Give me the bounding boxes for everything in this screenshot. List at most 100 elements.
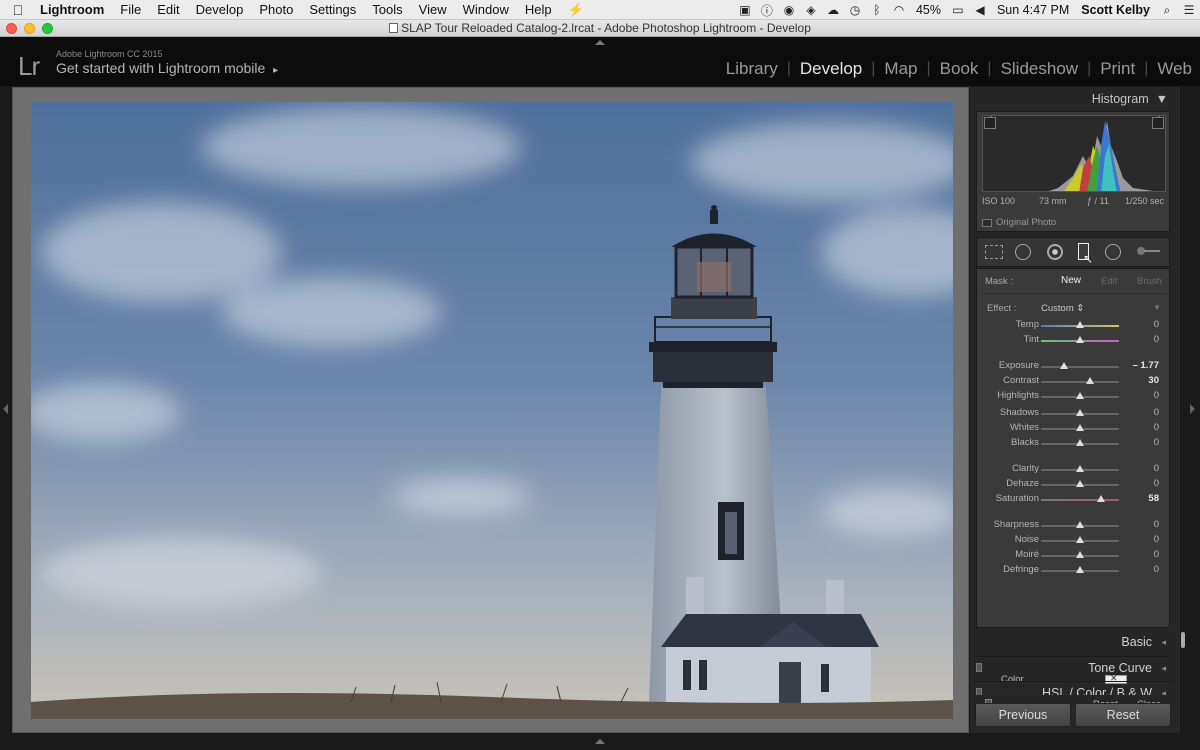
- slider-value[interactable]: 0: [1154, 390, 1159, 401]
- evernote-icon[interactable]: ◉: [778, 3, 800, 17]
- module-web[interactable]: Web: [1157, 59, 1192, 79]
- slider-thumb[interactable]: [1086, 377, 1095, 384]
- slider-thumb[interactable]: [1076, 336, 1084, 343]
- original-photo-toggle[interactable]: Original Photo: [982, 217, 1056, 228]
- dropbox-icon[interactable]: ◈: [800, 3, 822, 17]
- spotlight-search-icon[interactable]: ⌕: [1156, 3, 1178, 18]
- panel-basic[interactable]: Basic ◂: [974, 631, 1170, 653]
- slider-value[interactable]: 30: [1148, 375, 1159, 386]
- slider-value[interactable]: 0: [1154, 319, 1159, 330]
- slider-value[interactable]: – 1.77: [1133, 360, 1159, 371]
- reset-button[interactable]: Reset: [1075, 703, 1171, 727]
- original-photo-checkbox[interactable]: [982, 218, 992, 227]
- script-menu-icon[interactable]: ⚡: [560, 0, 592, 20]
- slider-value[interactable]: 0: [1154, 437, 1159, 448]
- effect-collapse-icon[interactable]: ▼: [1153, 303, 1161, 312]
- histogram-graph[interactable]: [982, 115, 1166, 192]
- previous-button[interactable]: Previous: [975, 703, 1071, 727]
- slider-thumb[interactable]: [1060, 362, 1069, 369]
- wifi-icon[interactable]: ◠: [888, 3, 910, 17]
- slider-value[interactable]: 0: [1154, 422, 1159, 433]
- effect-preset-dropdown[interactable]: Custom ⇕: [1041, 303, 1084, 314]
- slider-value[interactable]: 0: [1154, 534, 1159, 545]
- menu-photo[interactable]: Photo: [251, 0, 301, 20]
- slider-thumb[interactable]: [1076, 424, 1084, 431]
- spot-removal-icon[interactable]: [1015, 244, 1031, 260]
- panel-hsl[interactable]: HSL / Color / B & W ◂: [974, 681, 1170, 695]
- slider-track[interactable]: [1041, 366, 1119, 368]
- slider-thumb[interactable]: [1076, 409, 1084, 416]
- upload-icon[interactable]: ☁: [822, 3, 844, 17]
- slider-thumb[interactable]: [1097, 495, 1106, 502]
- slider-value[interactable]: 0: [1154, 519, 1159, 530]
- slider-value[interactable]: 0: [1154, 334, 1159, 345]
- filmstrip-toggle-icon[interactable]: [595, 739, 605, 744]
- bluetooth-icon[interactable]: ᛒ: [866, 3, 888, 17]
- collapse-panel-icon[interactable]: ▼: [1156, 92, 1168, 106]
- screen-record-icon[interactable]: ▣: [734, 3, 756, 17]
- panel-switch[interactable]: [976, 688, 982, 695]
- slider-value[interactable]: 0: [1154, 549, 1159, 560]
- menu-help[interactable]: Help: [517, 0, 560, 20]
- slider-value[interactable]: 0: [1154, 463, 1159, 474]
- module-library[interactable]: Library: [726, 59, 778, 79]
- time-machine-icon[interactable]: ◷: [844, 3, 866, 17]
- crop-tool-icon[interactable]: [985, 245, 1003, 259]
- slider-value[interactable]: 58: [1148, 493, 1159, 504]
- battery-icon[interactable]: ▭: [947, 3, 969, 17]
- mask-edit-button[interactable]: Edit: [1101, 276, 1117, 287]
- lighthouse-photo[interactable]: [31, 102, 953, 719]
- highlight-clipping-toggle[interactable]: [1152, 117, 1164, 129]
- menu-view[interactable]: View: [411, 0, 455, 20]
- module-slideshow[interactable]: Slideshow: [1001, 59, 1079, 79]
- module-print[interactable]: Print: [1100, 59, 1135, 79]
- left-panel-toggle-icon[interactable]: [3, 404, 8, 414]
- slider-track[interactable]: [1041, 499, 1119, 501]
- red-eye-icon[interactable]: [1047, 244, 1063, 260]
- menu-lightroom[interactable]: Lightroom: [36, 0, 112, 20]
- slider-thumb[interactable]: [1076, 480, 1084, 487]
- module-map[interactable]: Map: [884, 59, 917, 79]
- user-name[interactable]: Scott Kelby: [1075, 3, 1156, 17]
- mask-new-button[interactable]: New: [1061, 275, 1081, 286]
- mask-brush-button[interactable]: Brush: [1137, 276, 1162, 287]
- info-icon[interactable]: ⓘ: [756, 2, 778, 19]
- slider-value[interactable]: 0: [1154, 407, 1159, 418]
- module-book[interactable]: Book: [940, 59, 979, 79]
- mobile-promo-link[interactable]: Get started with Lightroom mobile ▸: [56, 60, 278, 76]
- slider-thumb[interactable]: [1076, 521, 1084, 528]
- slider-thumb[interactable]: [1076, 551, 1084, 558]
- slider-thumb[interactable]: [1076, 439, 1084, 446]
- slider-thumb[interactable]: [1076, 566, 1084, 573]
- apple-icon[interactable]: : [0, 2, 36, 18]
- slider-thumb[interactable]: [1076, 536, 1084, 543]
- menu-settings[interactable]: Settings: [301, 0, 364, 20]
- volume-icon[interactable]: ◀: [969, 3, 991, 17]
- panel-tone-curve[interactable]: Tone Curve ◂: [974, 656, 1170, 678]
- clock[interactable]: Sun 4:47 PM: [991, 3, 1075, 17]
- collapse-top-panel-icon[interactable]: [595, 40, 605, 45]
- expand-panel-icon[interactable]: ◂: [1161, 637, 1166, 648]
- expand-panel-icon[interactable]: ◂: [1161, 663, 1166, 674]
- adjustment-brush-icon[interactable]: [1137, 246, 1161, 256]
- menu-tools[interactable]: Tools: [364, 0, 410, 20]
- slider-track[interactable]: [1041, 381, 1119, 383]
- menu-file[interactable]: File: [112, 0, 149, 20]
- panel-scrollbar[interactable]: [1181, 632, 1185, 648]
- panel-switch[interactable]: [976, 663, 982, 672]
- slider-thumb[interactable]: [1076, 465, 1084, 472]
- expand-panel-icon[interactable]: ◂: [1161, 688, 1166, 695]
- right-panel-toggle-icon[interactable]: [1190, 404, 1195, 414]
- slider-value[interactable]: 0: [1154, 564, 1159, 575]
- slider-thumb[interactable]: [1076, 321, 1084, 328]
- menu-develop[interactable]: Develop: [188, 0, 252, 20]
- notification-center-icon[interactable]: ☰: [1178, 3, 1200, 17]
- shadow-clipping-toggle[interactable]: [984, 117, 996, 129]
- slider-value[interactable]: 0: [1154, 478, 1159, 489]
- menu-window[interactable]: Window: [455, 0, 517, 20]
- slider-thumb[interactable]: [1076, 392, 1084, 399]
- radial-filter-icon[interactable]: [1105, 244, 1121, 260]
- module-develop[interactable]: Develop: [800, 59, 862, 79]
- menu-edit[interactable]: Edit: [149, 0, 187, 20]
- histogram-header[interactable]: Histogram ▼: [1092, 92, 1168, 106]
